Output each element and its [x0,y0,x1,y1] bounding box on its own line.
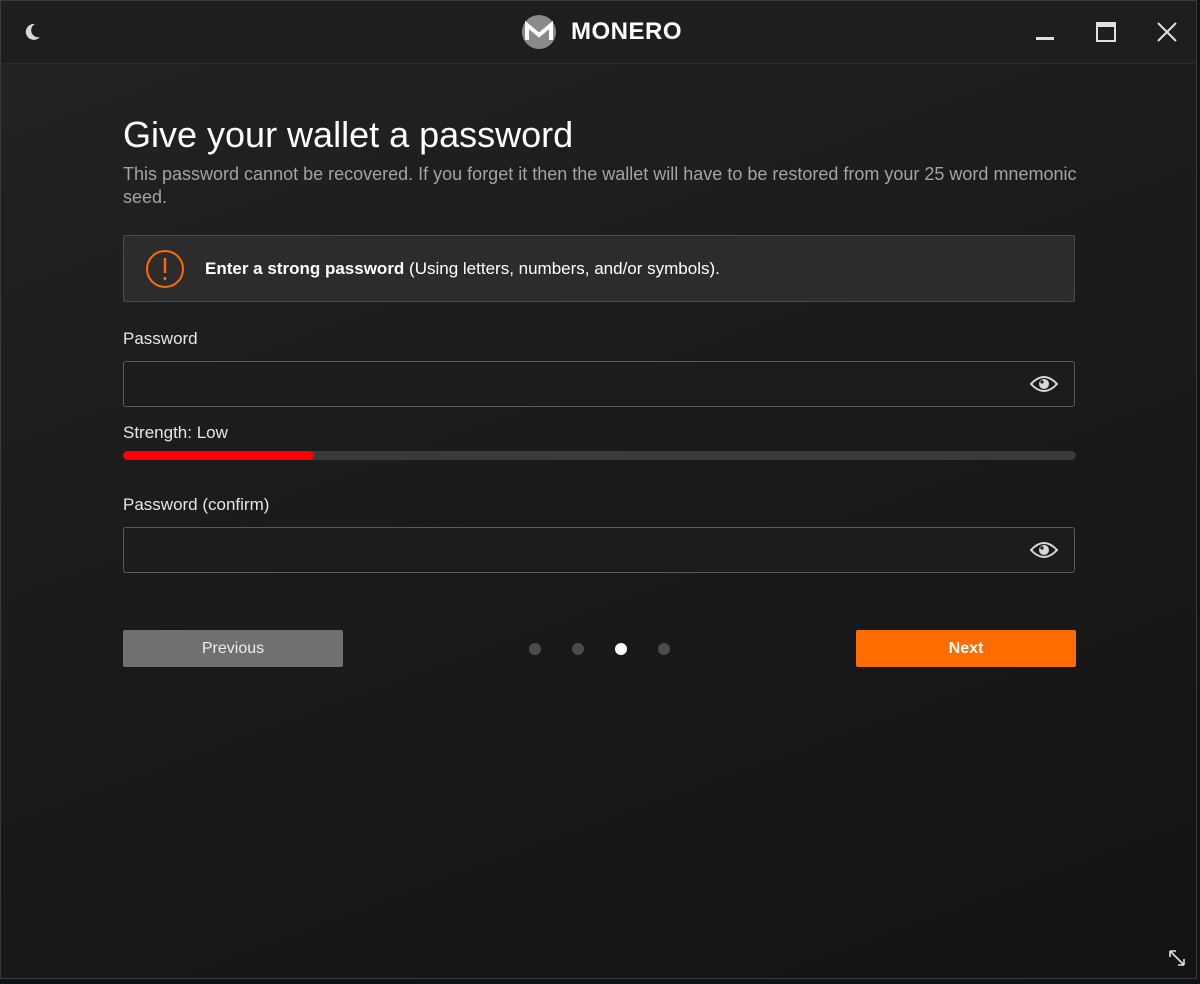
password-step: Give your wallet a password This passwor… [123,111,1077,667]
warning-bold-text: Enter a strong password [205,259,405,278]
warning-text: Enter a strong password (Using letters, … [205,259,720,279]
close-icon[interactable] [1155,20,1179,44]
brand-name: MONERO [571,18,682,45]
page-subtitle: This password cannot be recovered. If yo… [123,164,1077,207]
brand: MONERO [521,15,682,49]
step-dot [658,643,670,655]
password-input[interactable] [136,362,1020,408]
previous-button[interactable]: Previous [123,630,343,667]
step-dot [615,643,627,655]
confirm-password-input[interactable] [136,528,1020,574]
page-title: Give your wallet a password [123,114,574,155]
step-indicator [529,643,675,655]
step-dot [572,643,584,655]
password-label: Password [123,329,198,348]
exclamation-icon [146,250,184,288]
strength-bar [123,451,1076,460]
resize-icon[interactable] [1168,949,1186,967]
password-field[interactable] [123,361,1075,408]
strength-bar-fill [123,451,314,460]
minimize-icon[interactable] [1033,20,1057,44]
strength-label: Strength: Low [123,423,228,442]
app-window: MONERO Give your wallet a password This … [0,0,1197,979]
eye-icon[interactable] [1030,374,1058,394]
confirm-password-label: Password (confirm) [123,495,270,514]
step-dot [529,643,541,655]
next-button[interactable]: Next [856,630,1076,667]
maximize-icon[interactable] [1094,20,1118,44]
moon-icon[interactable] [21,21,43,43]
warning-rest-text: (Using letters, numbers, and/or symbols)… [404,259,720,278]
monero-logo-icon [522,15,556,49]
eye-icon[interactable] [1030,540,1058,560]
title-bar: MONERO [1,1,1196,64]
confirm-password-field[interactable] [123,527,1075,574]
password-warning: Enter a strong password (Using letters, … [123,235,1075,302]
